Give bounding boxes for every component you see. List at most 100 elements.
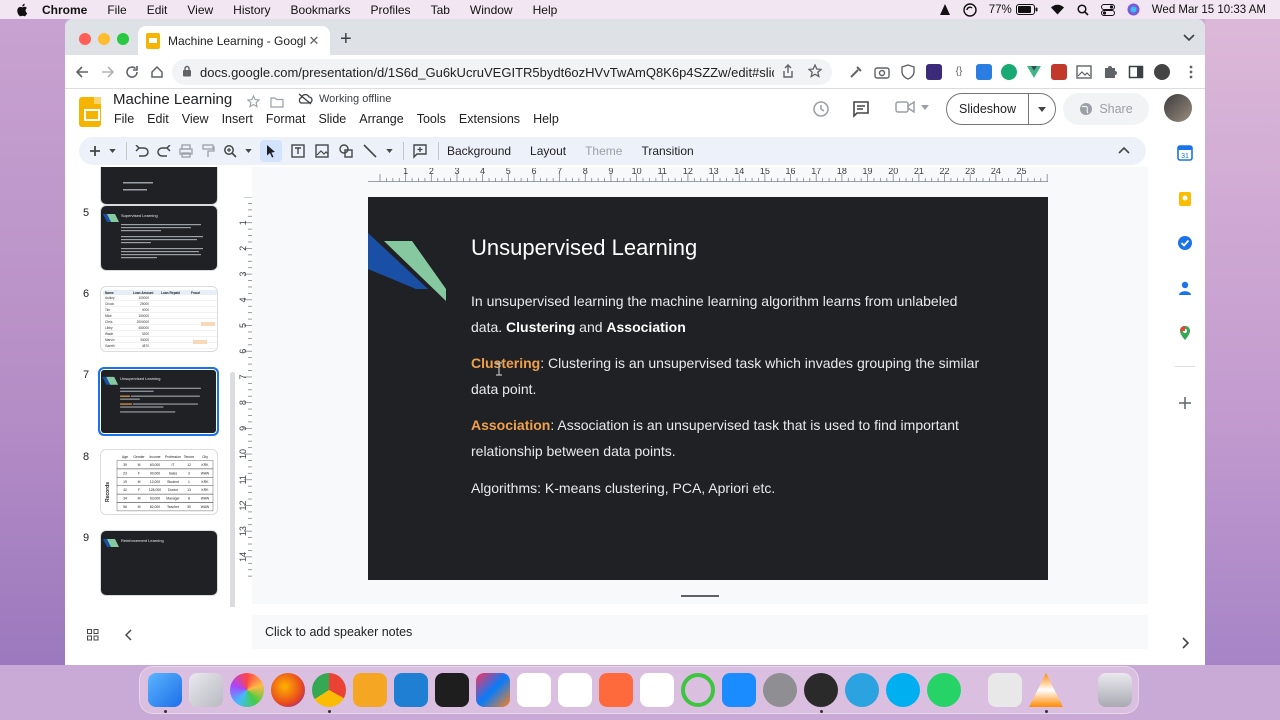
finder-icon[interactable]	[148, 673, 182, 707]
maps-icon[interactable]	[1177, 325, 1193, 341]
menu-edit[interactable]: Edit	[147, 112, 169, 126]
menubar-tab[interactable]: Tab	[431, 3, 450, 17]
back-arrow-icon[interactable]	[73, 63, 91, 81]
menu-view[interactable]: View	[182, 112, 209, 126]
menubar-window[interactable]: Window	[470, 3, 513, 17]
menu-insert[interactable]: Insert	[222, 112, 253, 126]
menu-format[interactable]: Format	[266, 112, 306, 126]
menubar-edit[interactable]: Edit	[147, 3, 168, 17]
slide-thumbnail-6[interactable]: Name Loan Amount Loan Repaid Fraud Ashle…	[100, 286, 218, 352]
slide-paragraph-intro[interactable]: In unsupervised learning the machine lea…	[471, 289, 991, 340]
offline-status[interactable]: Working offline	[297, 93, 391, 105]
slide-paragraph-algorithms[interactable]: Algorithms: K-means clustering, PCA, Apr…	[471, 476, 991, 502]
menu-tools[interactable]: Tools	[417, 112, 446, 126]
browser-tab-active[interactable]: Machine Learning - Google Slides ✕	[138, 26, 330, 55]
vertical-ruler[interactable]: 1234567891011121314	[238, 197, 252, 602]
skype-icon[interactable]	[886, 673, 920, 707]
launchpad-icon[interactable]	[189, 673, 223, 707]
sync-icon[interactable]	[963, 2, 977, 17]
zoom-window-button[interactable]	[117, 33, 129, 45]
share-button[interactable]: Share	[1063, 93, 1149, 125]
firefox-icon[interactable]	[271, 673, 305, 707]
chrome-menu-icon[interactable]	[1183, 64, 1199, 80]
redo-icon[interactable]	[157, 140, 171, 162]
side-panel-icon[interactable]	[1128, 64, 1144, 80]
reload-icon[interactable]	[123, 63, 141, 81]
line-icon[interactable]	[362, 140, 378, 162]
terminal-icon[interactable]	[435, 673, 469, 707]
tasks-icon[interactable]	[1177, 235, 1193, 251]
user-avatar[interactable]	[1164, 94, 1192, 122]
menubar-view[interactable]: View	[187, 3, 213, 17]
bookmark-star-icon[interactable]	[807, 62, 823, 81]
apple-icon[interactable]	[16, 3, 30, 17]
wifi-icon[interactable]	[1050, 4, 1065, 15]
calendar-icon[interactable]: 31	[1177, 145, 1193, 161]
filmstrip-scrollbar[interactable]	[230, 372, 235, 607]
menubar-datetime[interactable]: Wed Mar 15 10:33 AM	[1152, 4, 1266, 16]
document-title[interactable]: Machine Learning	[113, 91, 232, 108]
line-dropdown-icon[interactable]	[386, 140, 393, 162]
share-page-icon[interactable]	[782, 63, 794, 81]
background-button[interactable]: Background	[447, 144, 511, 158]
menu-arrange[interactable]: Arrange	[359, 112, 403, 126]
postman-icon[interactable]	[599, 673, 633, 707]
vscode-icon[interactable]	[394, 673, 428, 707]
camera-extension-icon[interactable]	[874, 64, 890, 80]
home-icon[interactable]	[148, 63, 166, 81]
puzzle-extensions-icon[interactable]	[1102, 64, 1118, 80]
slide-paragraph-clustering[interactable]: Clustering: Clustering is an unsupervise…	[471, 351, 991, 402]
app-store-icon[interactable]	[722, 673, 756, 707]
siri-icon[interactable]	[1127, 3, 1140, 16]
version-history-icon[interactable]	[812, 100, 830, 121]
voiceover-icon[interactable]	[939, 3, 951, 16]
sublime-text-icon[interactable]	[353, 673, 387, 707]
purple-extension-icon[interactable]	[926, 64, 942, 80]
contacts-icon[interactable]	[1177, 280, 1193, 296]
new-tab-button[interactable]: +	[340, 28, 352, 51]
meet-icon[interactable]	[895, 100, 929, 114]
slide-thumbnail-7-selected[interactable]: Unsupervised Learning	[98, 367, 219, 436]
menubar-bookmarks[interactable]: Bookmarks	[291, 3, 351, 17]
new-slide-plus-icon[interactable]	[89, 140, 101, 162]
vue-extension-icon[interactable]	[1026, 64, 1042, 80]
menubar-profiles[interactable]: Profiles	[371, 3, 411, 17]
menubar-app-name[interactable]: Chrome	[42, 3, 87, 17]
select-cursor-icon[interactable]	[260, 140, 282, 162]
close-window-button[interactable]	[79, 33, 91, 45]
forward-arrow-icon[interactable]	[99, 63, 117, 81]
theme-button[interactable]: Theme	[585, 144, 622, 158]
menu-help[interactable]: Help	[533, 112, 559, 126]
tab-search-chevron-icon[interactable]	[1183, 31, 1195, 45]
postgres-icon[interactable]	[517, 673, 551, 707]
red-extension-icon[interactable]	[1051, 64, 1067, 80]
slideshow-dropdown-icon[interactable]	[1029, 106, 1055, 112]
slide-thumbnail-5[interactable]: Supervised Learning	[100, 205, 218, 271]
whatsapp-icon[interactable]	[927, 673, 961, 707]
transition-button[interactable]: Transition	[641, 144, 693, 158]
preview-icon[interactable]	[988, 673, 1022, 707]
shield-extension-icon[interactable]	[900, 64, 916, 80]
collapse-filmstrip-chevron-icon[interactable]	[124, 629, 133, 644]
slide-title[interactable]: Unsupervised Learning	[471, 235, 697, 261]
json-extension-icon[interactable]: {}	[951, 64, 967, 80]
new-slide-dropdown-icon[interactable]	[109, 140, 116, 162]
slide-thumbnail-4[interactable]	[100, 167, 218, 205]
text-box-icon[interactable]	[290, 140, 306, 162]
move-folder-icon[interactable]	[270, 96, 284, 111]
zoom-icon[interactable]	[223, 140, 237, 162]
slide-thumbnail-8[interactable]: Records Age Gender Income Profession Tenure C…	[100, 449, 218, 515]
layout-button[interactable]: Layout	[530, 144, 566, 158]
docker-icon[interactable]	[640, 673, 674, 707]
chrome-icon[interactable]	[312, 673, 346, 707]
notes-resize-handle[interactable]	[681, 595, 719, 597]
system-preferences-icon[interactable]	[763, 673, 797, 707]
menubar-help[interactable]: Help	[533, 3, 558, 17]
profile-avatar[interactable]	[1154, 64, 1170, 80]
current-slide[interactable]: Unsupervised Learning In unsupervised le…	[368, 197, 1048, 580]
collapse-menus-chevron-icon[interactable]	[1118, 143, 1130, 157]
star-icon[interactable]	[246, 94, 261, 111]
telegram-icon[interactable]	[845, 673, 879, 707]
insert-image-icon[interactable]	[314, 140, 330, 162]
omnibox[interactable]: docs.google.com/presentation/d/1S6d_Gu6k…	[172, 59, 832, 85]
